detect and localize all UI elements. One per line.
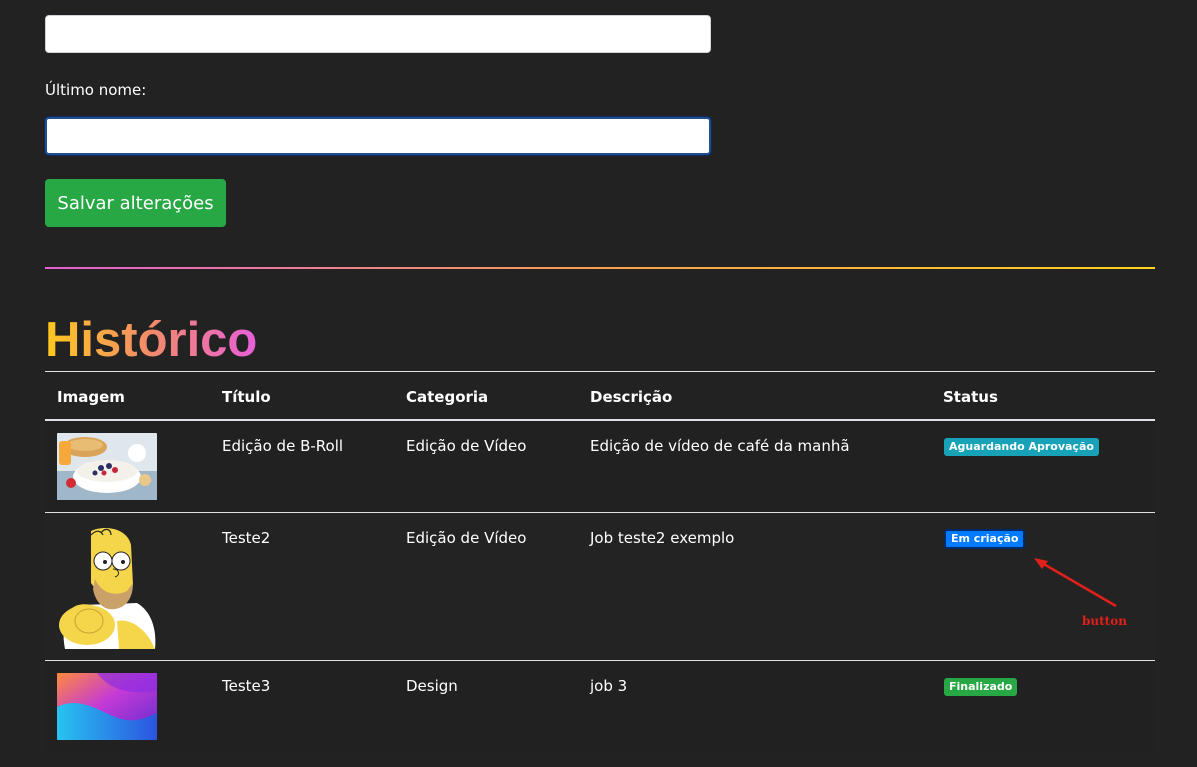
table-row: Teste2 Edição de Vídeo Job teste2 exempl…	[45, 513, 1155, 661]
status-badge: Aguardando Aprovação	[944, 438, 1099, 456]
row-description: Job teste2 exemplo	[590, 529, 735, 547]
history-table: Imagem Título Categoria Descrição Status	[45, 371, 1155, 753]
column-header-title: Título	[222, 388, 271, 406]
table-row: Teste3 Design job 3 Finalizado	[45, 661, 1155, 753]
table-header: Imagem Título Categoria Descrição Status	[45, 371, 1155, 421]
abstract-wallpaper-thumbnail	[57, 673, 157, 740]
first-name-input[interactable]	[45, 15, 711, 53]
row-category: Edição de Vídeo	[406, 529, 527, 547]
row-title: Teste2	[222, 529, 271, 547]
status-button[interactable]: Em criação	[944, 529, 1026, 549]
homer-simpson-thumbnail	[57, 525, 157, 649]
row-title: Teste3	[222, 677, 271, 695]
column-header-category: Categoria	[406, 388, 489, 406]
column-header-description: Descrição	[590, 388, 673, 406]
annotation-label: button	[1082, 614, 1127, 628]
status-badge: Finalizado	[944, 678, 1018, 696]
row-category: Edição de Vídeo	[406, 437, 527, 455]
last-name-input[interactable]	[45, 117, 711, 155]
last-name-label: Último nome:	[45, 81, 147, 99]
row-category: Design	[406, 677, 458, 695]
table-row: Edição de B-Roll Edição de Vídeo Edição …	[45, 421, 1155, 513]
page: Último nome: Salvar alterações Histórico…	[0, 0, 1197, 767]
save-changes-button[interactable]: Salvar alterações	[45, 179, 226, 227]
row-description: Edição de vídeo de café da manhã	[590, 437, 850, 455]
breakfast-photo-thumbnail	[57, 433, 157, 500]
row-description: job 3	[590, 677, 628, 695]
history-title: Histórico	[45, 313, 258, 367]
row-title: Edição de B-Roll	[222, 437, 344, 455]
column-header-image: Imagem	[57, 388, 125, 406]
annotation-arrow-icon	[1034, 558, 1117, 608]
gradient-divider	[45, 267, 1155, 269]
column-header-status: Status	[943, 388, 998, 406]
